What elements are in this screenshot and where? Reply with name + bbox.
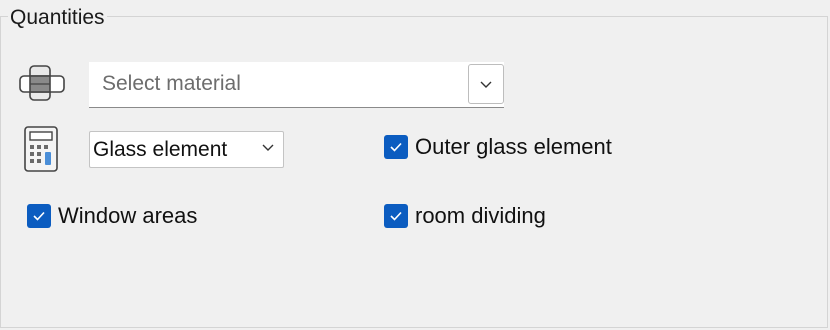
window-areas-checkbox[interactable]: Window areas: [27, 203, 197, 229]
quantities-panel: Quantities Select material Glass element…: [0, 0, 830, 330]
checkmark-icon[interactable]: [384, 204, 408, 228]
calculator-icon: [22, 126, 60, 172]
room-dividing-label: room dividing: [415, 203, 546, 228]
material-placeholder: Select material: [102, 72, 241, 95]
outer-glass-element-checkbox[interactable]: Outer glass element: [384, 134, 612, 160]
element-type-value: Glass element: [93, 138, 228, 161]
window-areas-label: Window areas: [58, 203, 198, 228]
group-title: Quantities: [8, 5, 107, 31]
chevron-down-icon: [480, 81, 492, 88]
outer-glass-element-label: Outer glass element: [415, 134, 612, 159]
material-combobox[interactable]: Select material: [89, 62, 504, 108]
checkmark-icon[interactable]: [27, 204, 51, 228]
chevron-down-icon: [262, 144, 274, 151]
checkmark-icon[interactable]: [384, 135, 408, 159]
room-dividing-checkbox[interactable]: room dividing: [384, 203, 546, 229]
element-type-select[interactable]: Glass element: [89, 131, 284, 168]
material-dropdown-button[interactable]: [468, 64, 504, 104]
material-layers-icon: [18, 64, 66, 104]
